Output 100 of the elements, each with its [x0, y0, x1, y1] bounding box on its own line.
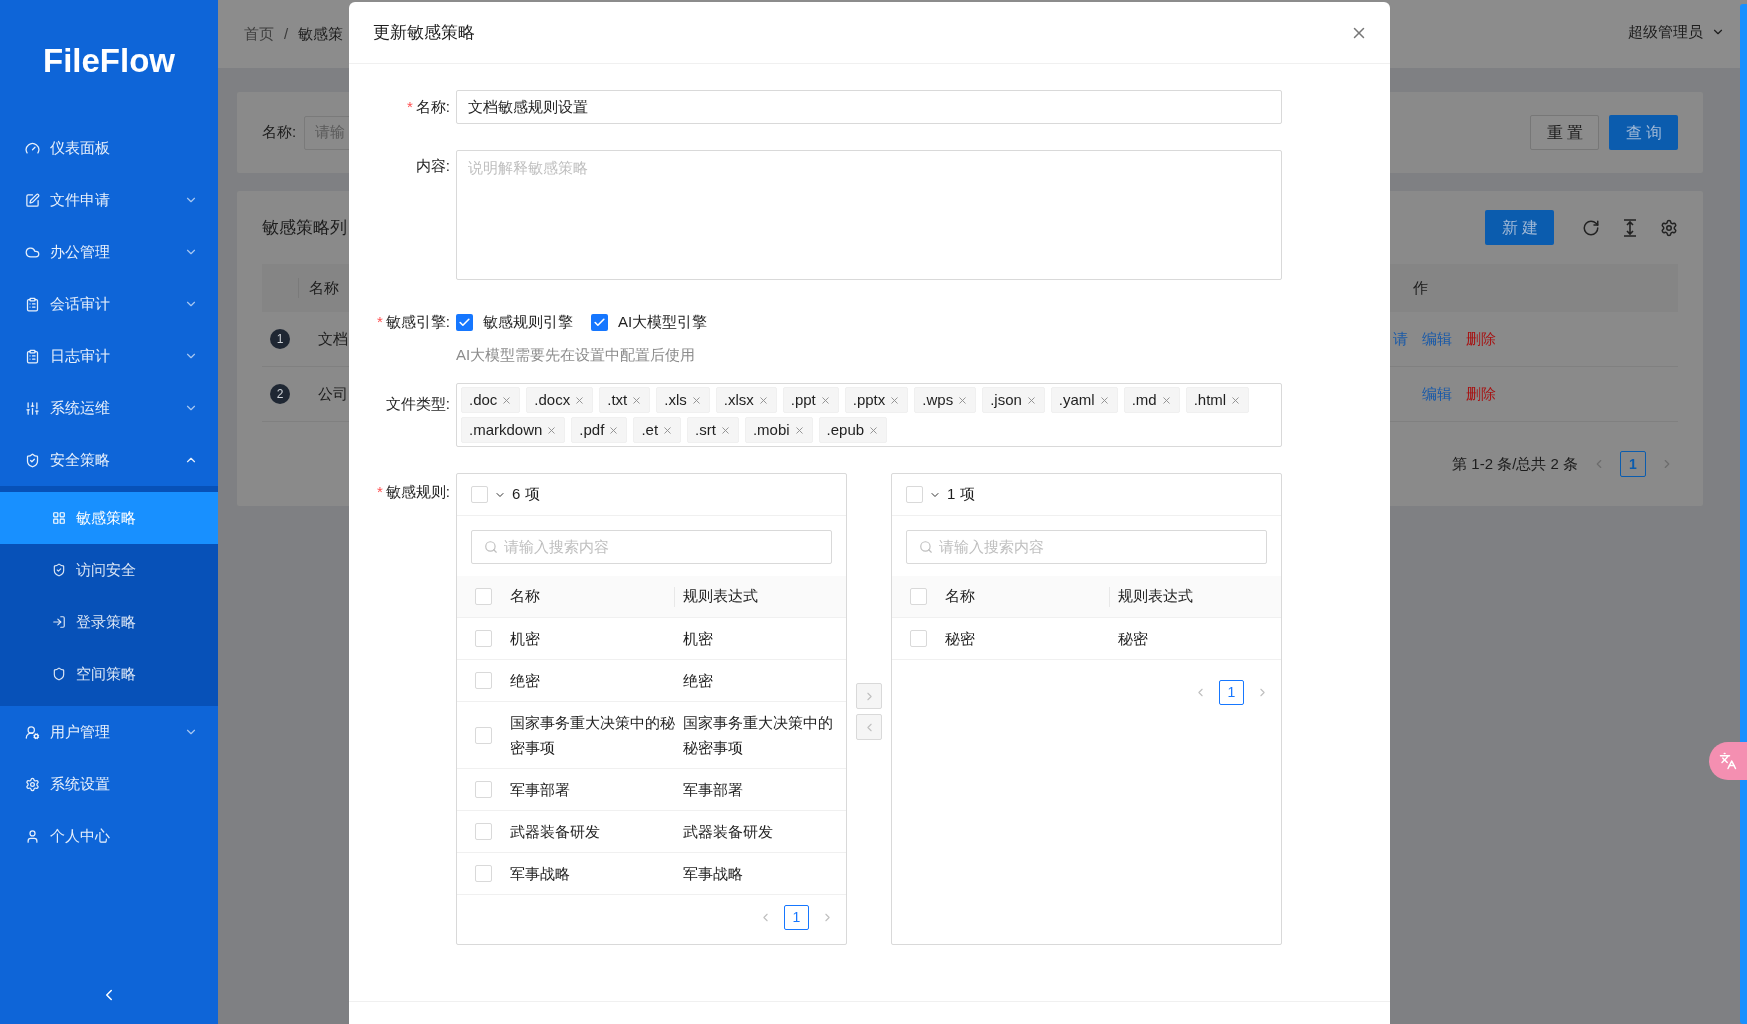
submenu-item[interactable]: 敏感策略 [0, 492, 218, 544]
page-number[interactable]: 1 [1219, 680, 1244, 705]
shield-check-icon [25, 452, 40, 468]
settings-icon [25, 776, 40, 792]
file-type-tag[interactable]: .yaml [1050, 387, 1118, 413]
file-type-tag[interactable]: .docx [526, 387, 594, 413]
file-type-tag[interactable]: .et [633, 417, 682, 443]
submenu-item[interactable]: 登录策略 [0, 596, 218, 648]
column-height-icon[interactable] [1622, 218, 1638, 237]
settings-icon[interactable] [1660, 218, 1678, 237]
refresh-icon[interactable] [1582, 218, 1600, 237]
submenu-item[interactable]: 空间策略 [0, 648, 218, 700]
checkbox[interactable] [906, 486, 923, 503]
file-type-tag[interactable]: .markdown [461, 417, 566, 443]
checkbox[interactable] [475, 726, 492, 744]
checkbox[interactable] [456, 313, 473, 331]
file-type-tag[interactable]: .mobi [744, 417, 813, 443]
table-row[interactable]: 军事部署 军事部署 [457, 769, 846, 811]
checkbox[interactable] [475, 865, 492, 882]
menu-item[interactable]: 用户管理 [0, 706, 218, 758]
remove-icon[interactable] [819, 394, 831, 406]
file-type-tag[interactable]: .xlsx [715, 387, 777, 413]
file-type-tag[interactable]: .xls [656, 387, 710, 413]
remove-icon[interactable] [757, 394, 769, 406]
remove-icon[interactable] [1160, 394, 1172, 406]
remove-icon[interactable] [793, 424, 805, 436]
checkbox[interactable] [475, 823, 492, 840]
menu-item[interactable]: 文件申请 [0, 174, 218, 226]
file-type-tag[interactable]: .pdf [571, 417, 628, 443]
remove-icon[interactable] [889, 394, 901, 406]
shield-check-icon [52, 563, 66, 577]
remove-icon[interactable] [1230, 394, 1242, 406]
remove-icon[interactable] [662, 424, 674, 436]
file-type-tag[interactable]: .wps [914, 387, 977, 413]
remove-icon[interactable] [631, 394, 643, 406]
menu-item[interactable]: 办公管理 [0, 226, 218, 278]
name-field[interactable]: 文档敏感规则设置 [456, 90, 1282, 124]
menu-item[interactable]: 会话审计 [0, 278, 218, 330]
breadcrumb-item[interactable]: 首页 [244, 22, 274, 46]
remove-icon[interactable] [1025, 394, 1037, 406]
clipboard-icon [25, 348, 40, 364]
new-button[interactable]: 新建 [1485, 210, 1554, 245]
file-type-tag[interactable]: .doc [461, 387, 521, 413]
menu-item[interactable]: 系统运维 [0, 382, 218, 434]
remove-icon[interactable] [1098, 394, 1110, 406]
remove-icon[interactable] [574, 394, 586, 406]
remove-icon[interactable] [608, 424, 620, 436]
file-type-tag[interactable]: .pptx [844, 387, 909, 413]
checkbox[interactable] [475, 588, 492, 605]
checkbox[interactable] [475, 781, 492, 798]
file-type-tag[interactable]: .html [1185, 387, 1250, 413]
search-icon [484, 540, 498, 554]
file-type-tag[interactable]: .txt [599, 387, 651, 413]
remove-icon[interactable] [719, 424, 731, 436]
remove-icon[interactable] [501, 394, 513, 406]
menu-item[interactable]: 仪表面板 [0, 122, 218, 174]
remove-icon[interactable] [546, 424, 558, 436]
file-type-select[interactable]: .doc .docx .txt .xls .xlsx .ppt .pptx .wps .json .yaml .md .html .markdown .pdf .et .srt .mobi .epub [456, 383, 1282, 447]
table-row[interactable]: 机密 机密 [457, 618, 846, 660]
checkbox[interactable] [475, 630, 492, 647]
table-cell-text: 军事战略 [510, 864, 571, 884]
item-count: 1 项 [947, 484, 975, 505]
checkbox[interactable] [475, 672, 492, 689]
modal-title: 更新敏感策略 [373, 21, 475, 44]
table-cell-text: 文档 [318, 328, 348, 349]
checkbox-label[interactable]: 敏感规则引擎 [483, 311, 573, 334]
file-type-tag[interactable]: .md [1123, 387, 1180, 413]
menu-item[interactable]: 个人中心 [0, 810, 218, 862]
menu-item[interactable]: 系统设置 [0, 758, 218, 810]
table-row[interactable]: 军事战略 军事战略 [457, 853, 846, 895]
checkbox[interactable] [591, 313, 608, 331]
file-type-tag[interactable]: .epub [818, 417, 888, 443]
search-icon [919, 540, 933, 554]
column-header: 名称 [309, 277, 339, 298]
table-cell-text: 国家事务重大决策中的秘密事项 [510, 713, 676, 758]
breadcrumb-item[interactable]: 敏感策 [298, 22, 344, 46]
user-menu[interactable]: 超级管理员 [1628, 20, 1725, 44]
table-row[interactable]: 国家事务重大决策中的秘密事项 国家事务重大决策中的秘密事项 [457, 702, 846, 769]
pagination-summary: 第 1-2 条/总共 2 条 [1452, 453, 1578, 474]
checkbox[interactable] [471, 486, 488, 503]
file-type-tag[interactable]: .json [982, 387, 1045, 413]
checkbox-label[interactable]: AI大模型引擎 [618, 311, 708, 334]
reset-button[interactable]: 重置 [1530, 115, 1599, 150]
item-count: 6 项 [512, 484, 540, 505]
table-row[interactable]: 绝密 绝密 [457, 660, 846, 702]
query-button[interactable]: 查询 [1609, 115, 1678, 150]
menu-item[interactable]: 日志审计 [0, 330, 218, 382]
remove-icon[interactable] [957, 394, 969, 406]
remove-icon[interactable] [690, 394, 702, 406]
checkbox[interactable] [910, 588, 927, 605]
submenu-item[interactable]: 访问安全 [0, 544, 218, 596]
remove-icon[interactable] [868, 424, 880, 436]
page-number[interactable]: 1 [784, 905, 809, 930]
menu-item[interactable]: 安全策略 [0, 434, 218, 486]
file-type-tag[interactable]: .srt [687, 417, 739, 443]
checkbox[interactable] [910, 630, 927, 647]
translate-button[interactable] [1709, 742, 1747, 780]
file-type-tag[interactable]: .ppt [782, 387, 839, 413]
table-row[interactable]: 武器装备研发 武器装备研发 [457, 811, 846, 853]
table-row[interactable]: 秘密 秘密 [892, 618, 1281, 660]
